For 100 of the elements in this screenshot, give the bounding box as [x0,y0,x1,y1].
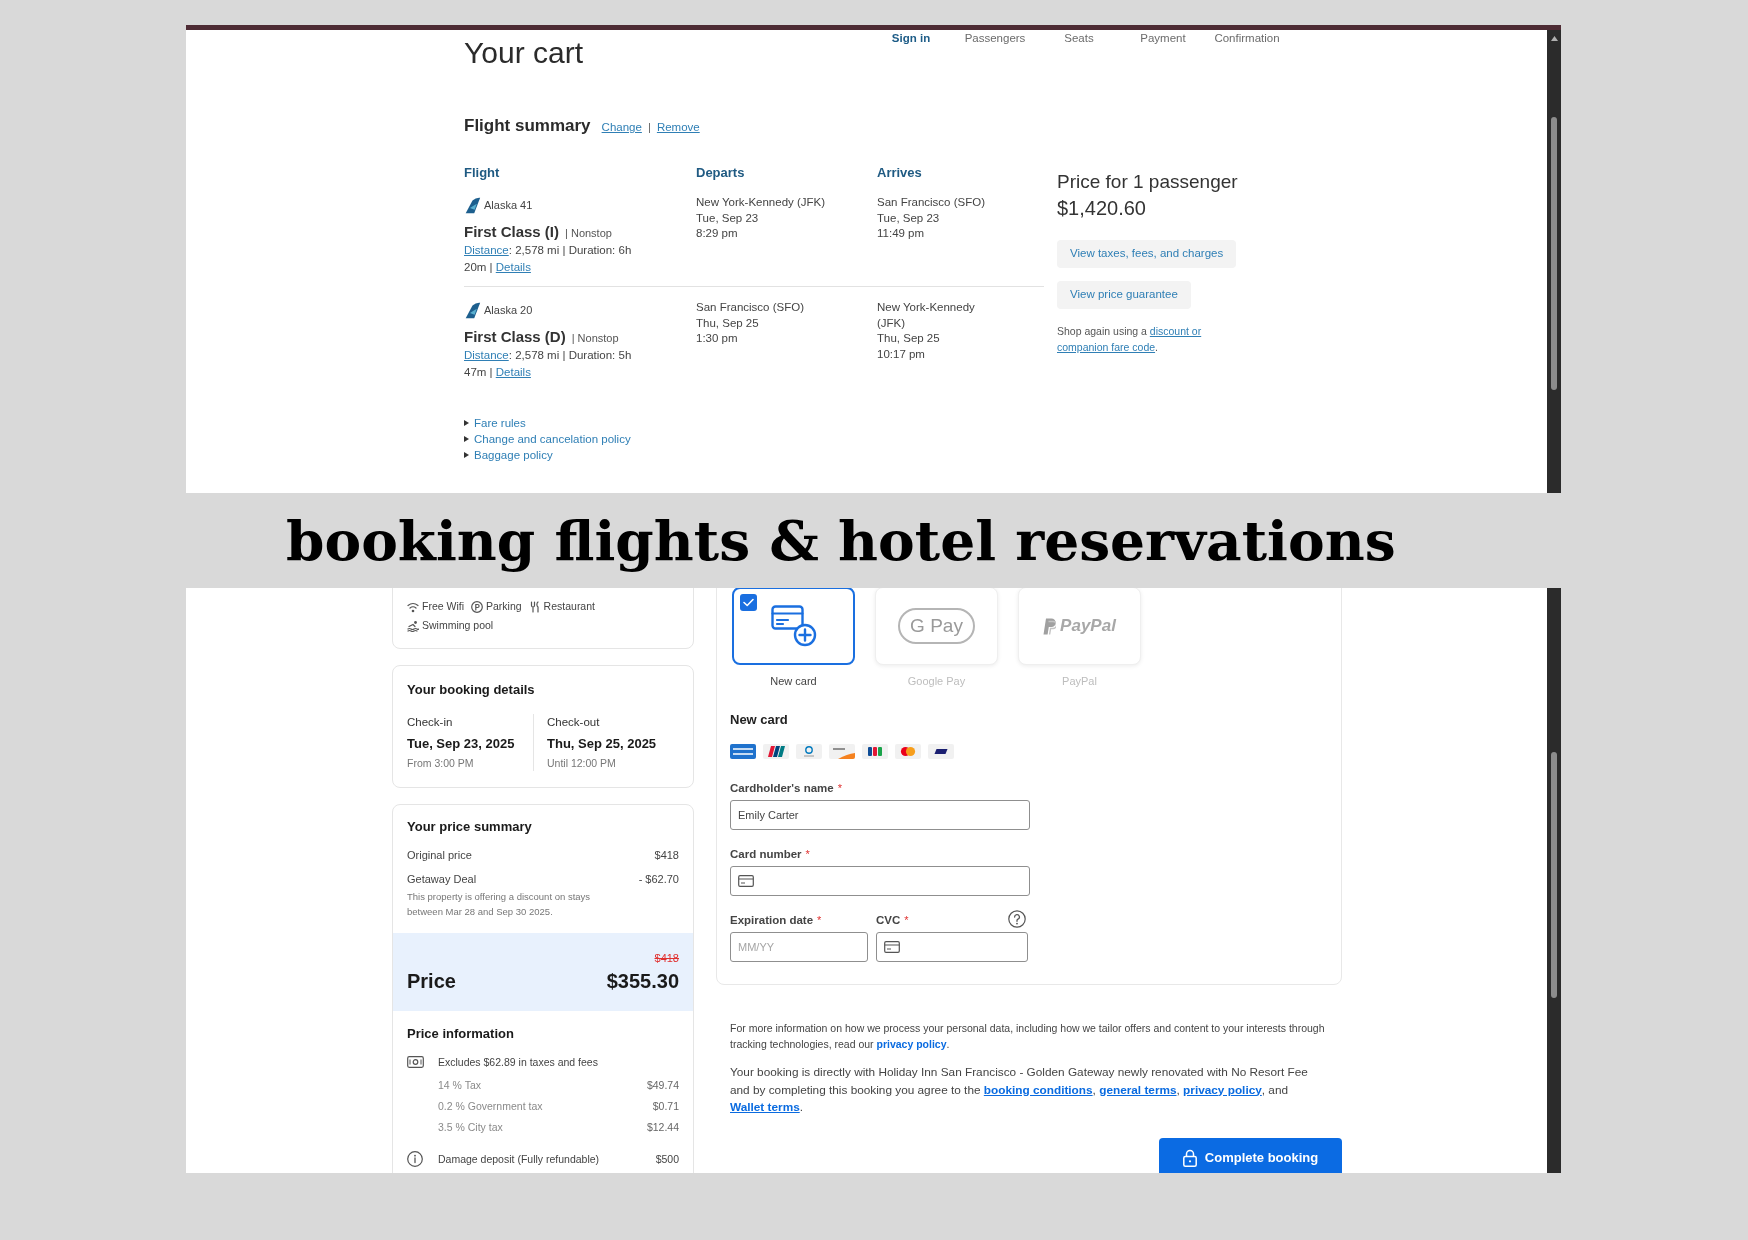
progress-step[interactable]: Passengers [964,30,1026,46]
summary-link[interactable]: Change [601,119,642,137]
tax-label: 3.5 % City tax [438,1120,503,1135]
time-text: Until 12:00 PM [547,756,616,771]
scrollbar[interactable] [1547,588,1561,1173]
scrollbar[interactable] [1547,30,1561,493]
terms-link[interactable]: Wallet terms [730,1100,800,1114]
triangle-bullet-icon [464,420,469,426]
required-mark: * [904,913,909,928]
flight-info-link[interactable]: Distance [464,349,509,361]
price-heading: Price for 1 passenger [1057,170,1238,194]
tail-fin-icon [464,196,481,214]
card-number-field[interactable] [876,932,1028,962]
card-logo-icon [928,744,954,759]
text-field[interactable]: MM/YY [730,932,868,962]
progress-step[interactable]: Sign in [891,30,931,46]
discount-link[interactable]: discount or [1149,325,1202,337]
terms-text: Your booking is directly with Holiday Inn San Francisco - Golden Gateway newly renovated with No Resort Fee and by completing this booking you agree to the booking conditions, general terms, privacy policy, and Wallet terms. [730,1064,1309,1116]
flight-info-link[interactable]: Details [495,261,531,273]
payment-option-tile[interactable] [732,588,855,665]
arrival-text: Tue, Sep 23 [877,210,940,226]
departure-text: San Francisco (SFO) [696,300,804,315]
card-plus-icon [770,605,817,647]
taxes-note-text: Excludes $62.89 in taxes and fees [438,1055,598,1070]
required-mark: * [805,847,810,862]
arrival-text: New York-Kennedy (JFK) [877,300,976,331]
price-line-value: $418 [654,848,679,863]
field-label: Card number [730,847,802,862]
tail-fin-icon [464,301,481,319]
departure-text: Thu, Sep 25 [696,315,759,331]
arrival-text: San Francisco (SFO) [877,195,985,210]
scrollbar-thumb[interactable] [1551,117,1557,390]
progress-step[interactable]: Confirmation [1214,30,1280,46]
card-number-field[interactable] [730,866,1030,896]
departure-text: 8:29 pm [696,226,738,241]
card-logo-icon [796,744,822,759]
terms-link[interactable]: booking conditions [983,1082,1093,1097]
card-icon [738,875,754,887]
summary-link[interactable]: Remove [656,119,700,137]
form-title: New card [730,711,788,729]
lock-icon [1182,1148,1197,1167]
card-title: Price information [407,1025,514,1043]
progress-step[interactable]: Payment [1140,30,1186,46]
privacy-link[interactable]: privacy policy [876,1038,947,1050]
field-label: CVC [876,913,901,928]
card-logo-icon [895,744,921,759]
date-text: Thu, Sep 25, 2025 [547,735,657,753]
policy-link[interactable]: Fare rules [474,415,526,431]
scroll-up-arrow-icon[interactable] [1550,36,1558,41]
section-title: Flight summary [464,115,591,137]
text-field[interactable]: Emily Carter [730,800,1030,830]
card-logo-icon [829,744,855,759]
flight-info-link[interactable]: Distance [464,244,509,256]
tax-value: $12.44 [646,1120,679,1135]
airline-text: Alaska 41 [484,197,533,213]
help-icon[interactable] [1008,910,1026,928]
time-text: From 3:00 PM [407,756,474,771]
price-link-button[interactable]: View taxes, fees, and charges [1057,240,1237,268]
policy-link[interactable]: Baggage policy [474,447,553,463]
flight-info-text: Distance: 2,578 mi | Duration: 6h 20m | Details [464,243,633,275]
cabin-class-text: First Class (D) [464,327,566,347]
parking-icon [471,601,483,613]
field-label: Cardholder's name [730,781,834,796]
price-line-value: - $62.70 [638,872,679,887]
progress-step[interactable]: Seats [1064,30,1094,46]
triangle-bullet-icon [464,436,469,442]
card-logo-icon [862,744,888,759]
payment-option-label: Google Pay [907,674,966,689]
date-label: Check-in [407,715,453,730]
price-total: $1,420.60 [1057,196,1146,221]
field-label: Expiration date [730,913,814,928]
stops-text: | Nonstop [565,226,612,241]
old-price-text: $418 [654,951,679,966]
airline-text: Alaska 20 [484,302,533,318]
price-label: Price [407,969,456,994]
payment-option-tile[interactable]: G Pay [875,588,998,665]
amenity-text: Restaurant [543,599,595,615]
scrollbar-thumb[interactable] [1551,752,1557,998]
amenity-text: Swimming pool [422,618,494,634]
price-link-button[interactable]: View price guarantee [1057,281,1191,309]
required-mark: * [837,781,842,796]
tax-label: 14 % Tax [438,1078,481,1093]
tax-label: 0.2 % Government tax [438,1099,543,1114]
flight-info-link[interactable]: Details [495,366,531,378]
amenity-text: Parking [486,599,522,615]
terms-link[interactable]: general terms [1099,1082,1177,1097]
checkbox[interactable] [740,594,757,611]
departure-text: Tue, Sep 23 [696,210,759,226]
payment-option-label: PayPal [1062,674,1097,689]
policy-link[interactable]: Change and cancelation policy [474,431,631,447]
card-title: Your price summary [407,818,532,836]
tax-value: $0.71 [652,1099,679,1114]
terms-link[interactable]: privacy policy [1183,1082,1262,1097]
card-title: Your booking details [407,681,535,699]
payment-option-tile[interactable]: PayPal [1018,588,1141,665]
stops-text: | Nonstop [571,331,619,346]
arrival-text: Thu, Sep 25 [877,331,940,346]
divider-text: | [647,120,651,135]
price-line-label: Original price [407,848,472,863]
complete-booking-button[interactable]: Complete booking [1159,1137,1342,1173]
